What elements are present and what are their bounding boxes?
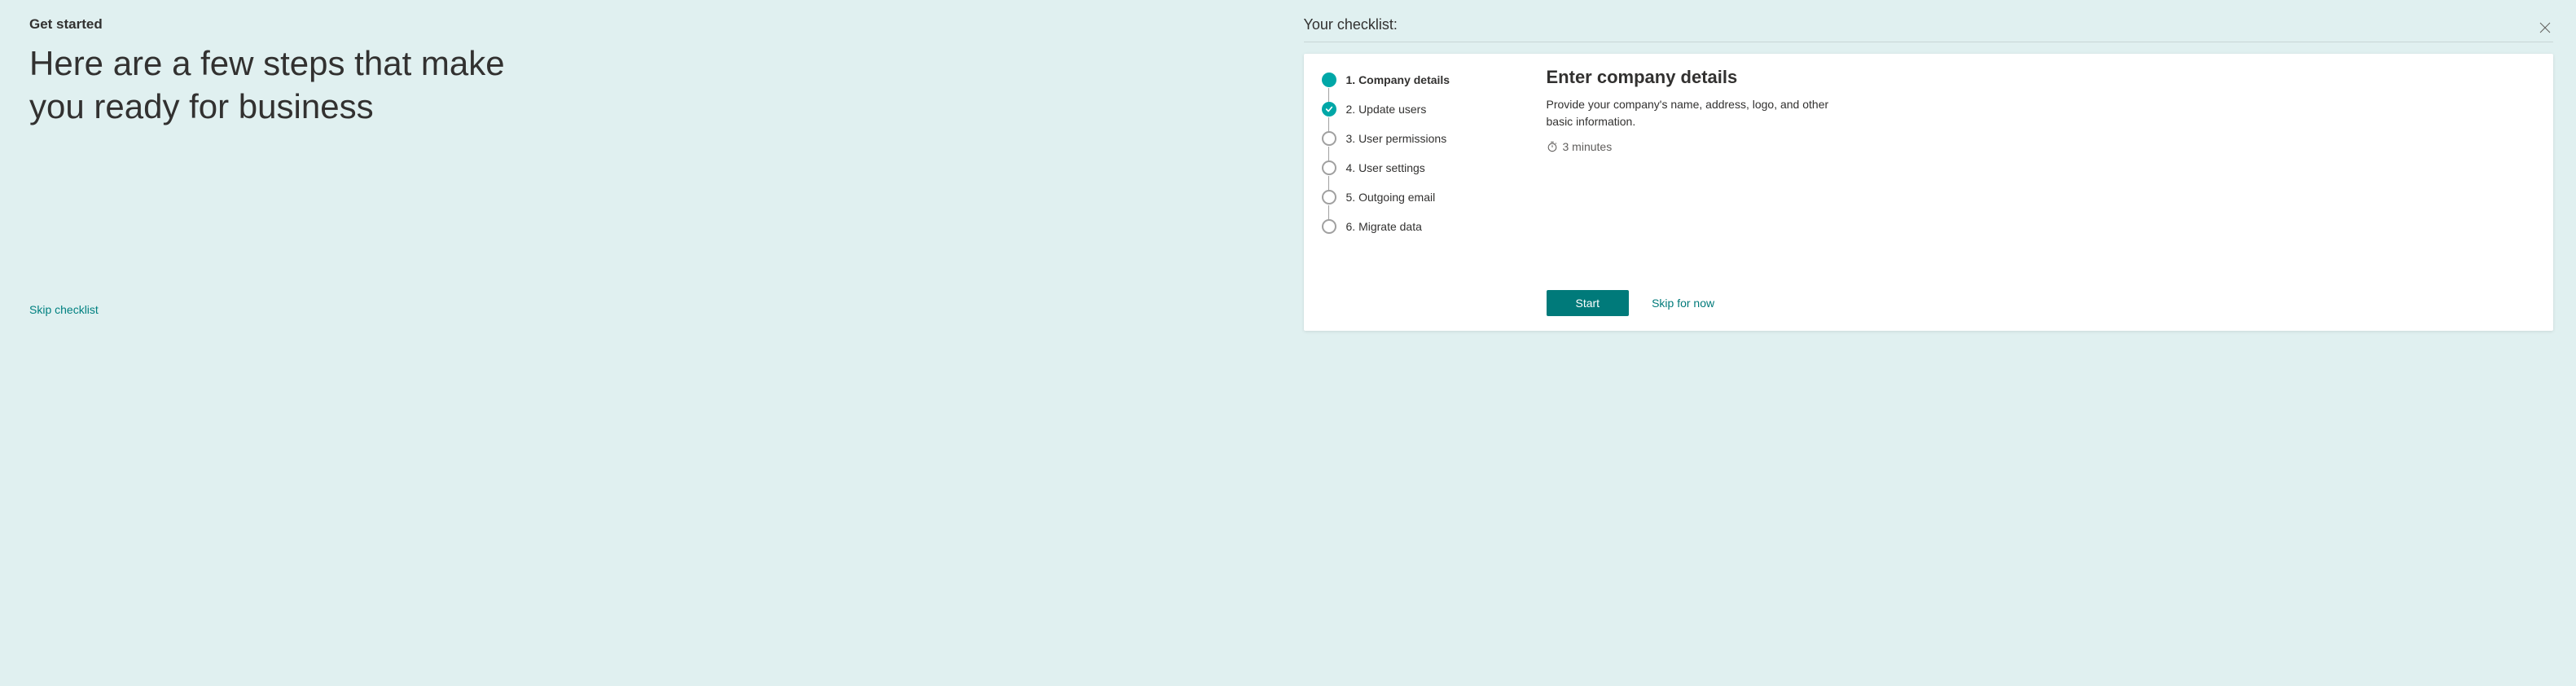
step-item[interactable]: 2. Update users xyxy=(1322,95,1517,124)
checklist-heading: Your checklist: xyxy=(1304,16,2554,42)
detail-actions: Start Skip for now xyxy=(1547,290,2531,316)
pending-step-icon xyxy=(1322,131,1336,146)
current-step-icon xyxy=(1322,73,1336,87)
intro-panel: Get started Here are a few steps that ma… xyxy=(29,16,1304,331)
steps-list[interactable]: 1. Company details 2. Update users 3. User… xyxy=(1304,54,1524,331)
start-button[interactable]: Start xyxy=(1547,290,1630,316)
duration-text: 3 minutes xyxy=(1563,140,1613,153)
step-label: 1. Company details xyxy=(1346,73,1450,86)
skip-checklist-link[interactable]: Skip checklist xyxy=(29,303,1279,316)
step-item[interactable]: 1. Company details xyxy=(1322,65,1517,95)
stopwatch-icon xyxy=(1547,141,1558,152)
detail-heading: Enter company details xyxy=(1547,67,2531,88)
hero-heading: Here are a few steps that make you ready… xyxy=(29,42,551,128)
step-label: 2. Update users xyxy=(1346,103,1427,116)
step-label: 6. Migrate data xyxy=(1346,220,1422,233)
pending-step-icon xyxy=(1322,190,1336,204)
checklist-card: 1. Company details 2. Update users 3. User… xyxy=(1304,54,2554,331)
step-label: 5. Outgoing email xyxy=(1346,191,1436,204)
step-label: 3. User permissions xyxy=(1346,132,1447,145)
close-icon xyxy=(2539,21,2552,34)
pending-step-icon xyxy=(1322,161,1336,175)
step-item[interactable]: 4. User settings xyxy=(1322,153,1517,182)
skip-for-now-button[interactable]: Skip for now xyxy=(1652,297,1714,310)
checklist-panel: Your checklist: 1. Company details 2. Upd… xyxy=(1304,16,2554,331)
kicker-label: Get started xyxy=(29,16,1279,33)
step-label: 4. User settings xyxy=(1346,161,1425,174)
pending-step-icon xyxy=(1322,219,1336,234)
duration-row: 3 minutes xyxy=(1547,140,2531,153)
get-started-panel: Get started Here are a few steps that ma… xyxy=(0,0,2576,342)
step-item[interactable]: 3. User permissions xyxy=(1322,124,1517,153)
checkmark-icon xyxy=(1322,102,1336,117)
detail-description: Provide your company's name, address, lo… xyxy=(1547,96,1856,130)
step-item[interactable]: 6. Migrate data xyxy=(1322,212,1517,241)
close-button[interactable] xyxy=(2534,16,2556,39)
step-item[interactable]: 5. Outgoing email xyxy=(1322,182,1517,212)
step-detail: Enter company details Provide your compa… xyxy=(1524,54,2554,331)
